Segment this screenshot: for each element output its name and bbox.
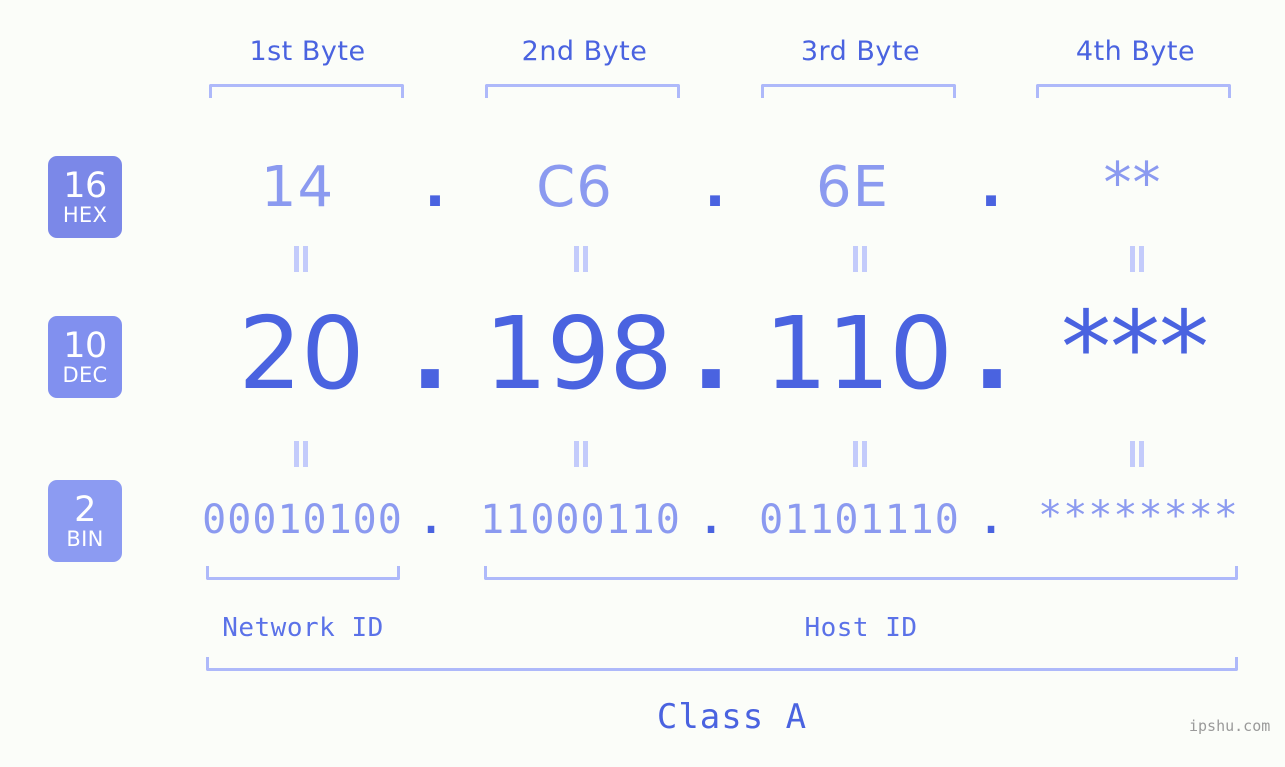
hex-byte-3: 6E	[740, 160, 965, 216]
byte-bracket-top-2	[485, 84, 680, 98]
hex-byte-3-value: 6E	[815, 155, 889, 220]
byte-header-2: 2nd Byte	[472, 36, 697, 67]
hex-separator-1: .	[410, 160, 460, 216]
dec-separator-3-glyph: .	[973, 295, 1011, 412]
dec-byte-4-value: ***	[1061, 289, 1209, 406]
hex-separator-2: .	[690, 160, 740, 216]
base-badge-hex-number: 16	[63, 165, 107, 206]
hex-separator-3-glyph: .	[980, 155, 1002, 220]
equals-mark-dec-bin-1	[292, 441, 310, 467]
bin-byte-3-value: 01101110	[759, 497, 960, 543]
hex-separator-3: .	[966, 160, 1016, 216]
ip-address-diagram: 1st Byte 2nd Byte 3rd Byte 4th Byte 16 H…	[0, 0, 1285, 767]
byte-bracket-top-4	[1036, 84, 1231, 98]
dec-separator-1-glyph: .	[411, 295, 449, 412]
dec-byte-3-value: 110	[764, 295, 953, 412]
byte-header-3: 3rd Byte	[748, 36, 973, 67]
bin-separator-2-glyph: .	[698, 497, 724, 543]
base-badge-hex: 16 HEX	[48, 156, 122, 238]
watermark-text: ipshu.com	[1189, 717, 1271, 735]
equals-mark-hex-dec-1	[292, 246, 310, 272]
dec-byte-1-value: 20	[238, 295, 364, 412]
equals-mark-hex-dec-4	[1128, 246, 1146, 272]
class-bracket	[206, 657, 1238, 671]
dec-byte-3: 110	[738, 304, 978, 404]
host-id-text: Host ID	[804, 613, 918, 643]
bin-separator-1-glyph: .	[418, 497, 444, 543]
byte-header-2-label: 2nd Byte	[521, 36, 648, 67]
equals-mark-dec-bin-2	[572, 441, 590, 467]
base-badge-bin-label: BIN	[66, 526, 104, 551]
dec-byte-2: 198	[458, 304, 698, 404]
byte-header-3-label: 3rd Byte	[800, 36, 921, 67]
host-id-bracket	[484, 566, 1238, 580]
bin-separator-3: .	[968, 500, 1014, 540]
base-badge-bin: 2 BIN	[48, 480, 122, 562]
bin-byte-4: ********	[1026, 496, 1251, 536]
base-badge-dec-number: 10	[63, 325, 107, 366]
bin-separator-1: .	[408, 500, 454, 540]
hex-byte-1-value: 14	[260, 155, 335, 220]
bin-byte-3: 01101110	[747, 500, 972, 540]
base-badge-dec: 10 DEC	[48, 316, 122, 398]
dec-byte-2-value: 198	[484, 295, 673, 412]
hex-byte-4: **	[1020, 156, 1245, 212]
hex-byte-2-value: C6	[536, 155, 613, 220]
byte-header-4-label: 4th Byte	[1075, 36, 1196, 67]
bin-separator-2: .	[688, 500, 734, 540]
dec-byte-1: 20	[185, 304, 417, 404]
hex-byte-1: 14	[185, 160, 410, 216]
byte-bracket-top-1	[209, 84, 404, 98]
byte-header-1: 1st Byte	[195, 36, 420, 67]
byte-bracket-top-3	[761, 84, 956, 98]
byte-header-4: 4th Byte	[1023, 36, 1248, 67]
bin-separator-3-glyph: .	[978, 497, 1004, 543]
hex-byte-4-value: **	[1103, 151, 1162, 216]
bin-byte-1: 00010100	[190, 500, 415, 540]
byte-header-1-label: 1st Byte	[249, 36, 366, 67]
equals-mark-dec-bin-4	[1128, 441, 1146, 467]
watermark: ipshu.com	[1189, 717, 1270, 735]
equals-mark-hex-dec-3	[851, 246, 869, 272]
dec-separator-1: .	[400, 304, 460, 404]
hex-separator-2-glyph: .	[704, 155, 726, 220]
class-text: Class A	[656, 697, 808, 737]
equals-mark-hex-dec-2	[572, 246, 590, 272]
bin-byte-1-value: 00010100	[202, 497, 403, 543]
network-id-bracket	[206, 566, 400, 580]
network-id-label: Network ID	[203, 613, 403, 643]
host-id-label: Host ID	[761, 613, 961, 643]
dec-separator-2: .	[681, 304, 741, 404]
bin-byte-2-value: 11000110	[480, 497, 681, 543]
network-id-text: Network ID	[222, 613, 384, 643]
base-badge-dec-label: DEC	[62, 362, 108, 387]
bin-byte-4-value: ********	[1038, 493, 1239, 539]
dec-byte-4: ***	[1012, 298, 1257, 398]
base-badge-hex-label: HEX	[62, 202, 108, 227]
equals-mark-dec-bin-3	[851, 441, 869, 467]
hex-byte-2: C6	[462, 160, 687, 216]
dec-separator-2-glyph: .	[692, 295, 730, 412]
hex-separator-1-glyph: .	[424, 155, 446, 220]
bin-byte-2: 11000110	[468, 500, 693, 540]
class-label: Class A	[622, 697, 842, 737]
base-badge-bin-number: 2	[74, 489, 96, 530]
